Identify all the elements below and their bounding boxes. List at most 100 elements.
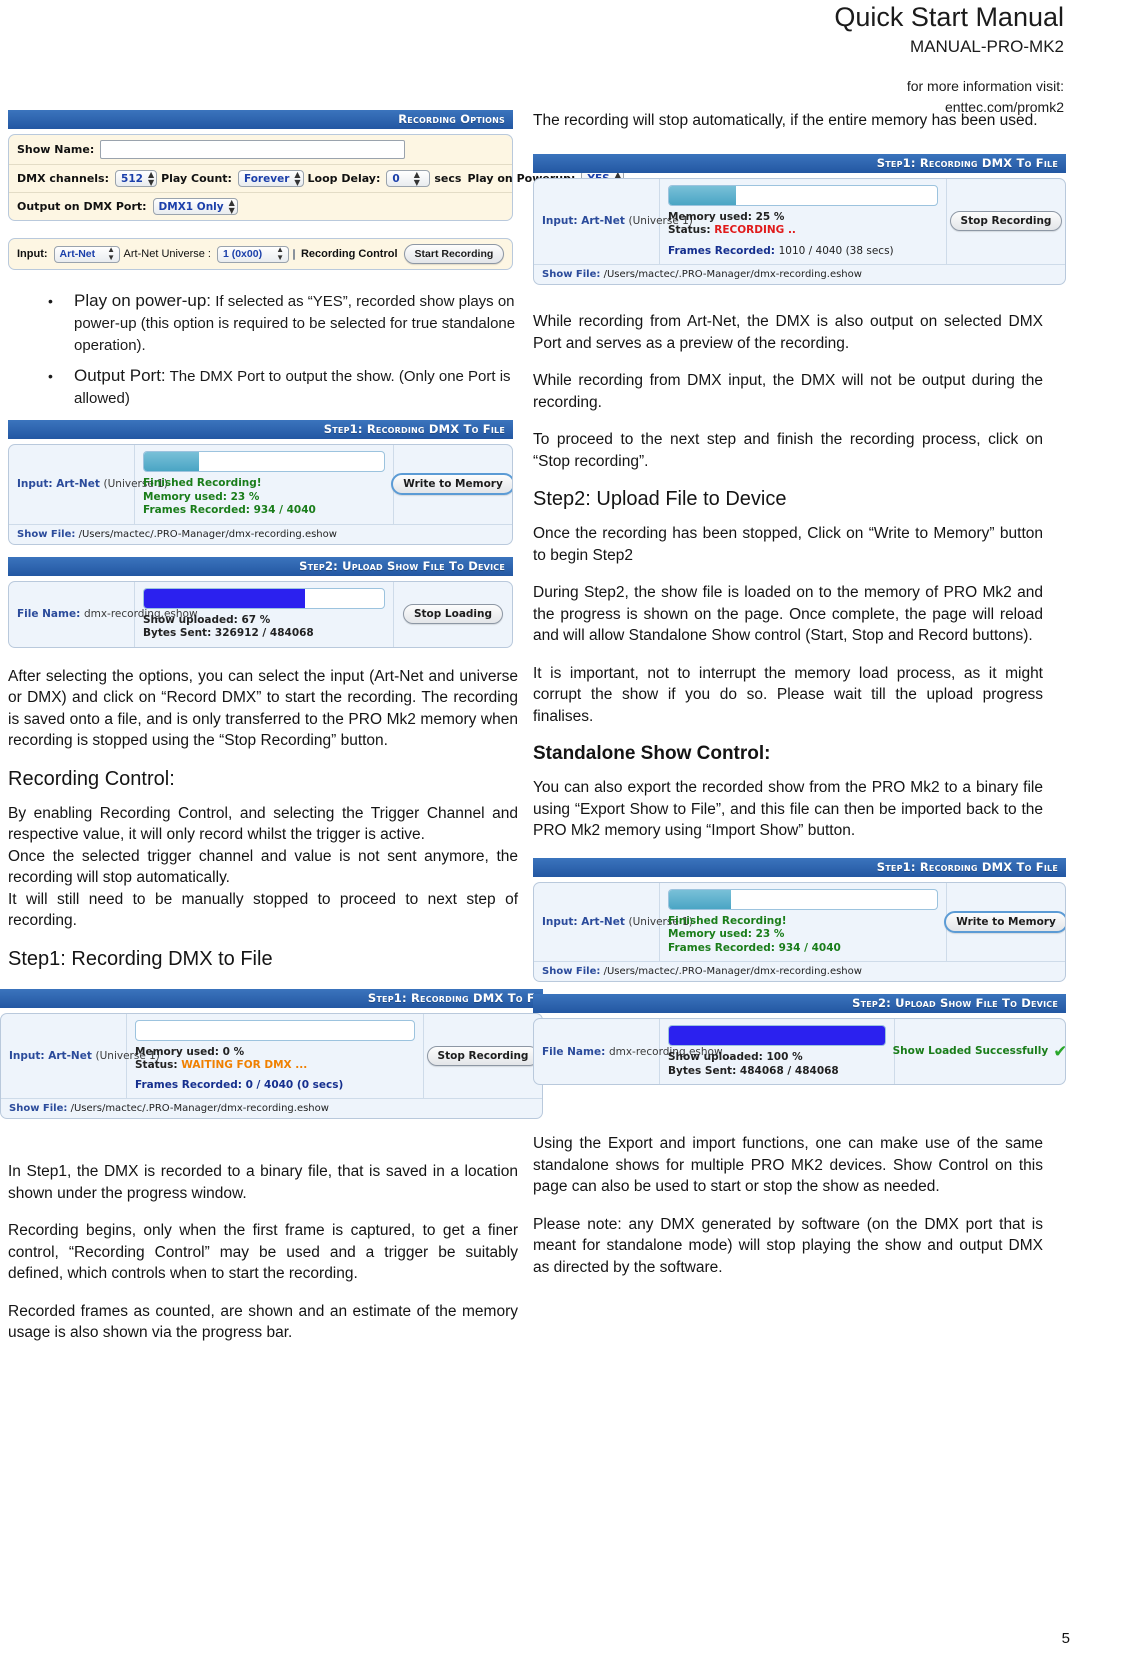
memory-progress-bar [135, 1019, 415, 1041]
input-cell: Input: Art-Net (Universe 1) [534, 882, 693, 961]
heading-step1: Step1: Recording DMX to File [8, 947, 273, 970]
input-display-bold: Input: Art-Net [542, 915, 625, 928]
step2-upload-panel-left: Step2: Upload Show File To Device File N… [8, 556, 513, 648]
upload-line-1: Show uploaded: 67 % [143, 613, 271, 626]
input-display-bold: Input: Art-Net [17, 478, 100, 491]
show-file-label: Show File: [9, 1103, 68, 1114]
show-file-label: Show File: [17, 528, 76, 540]
upload-progress-fill [669, 1026, 885, 1045]
input-panel: Input: Art-Net ▲ ▼ Art-Net Universe : 1 (… [8, 238, 513, 270]
step1-finished-row: Input: Art-Net (Universe 1) Finished Rec… [534, 882, 1065, 961]
recording-control-label: Recording Control [300, 248, 398, 260]
file-name-cell: File Name: dmx-recording.eshow [534, 1019, 723, 1084]
step2-upload-body: File Name: dmx-recording.eshow Show uplo… [533, 1018, 1066, 1085]
memory-progress-bar [143, 451, 385, 472]
step1-recording-panel-right: Step1: Recording DMX To File Input: Art-… [533, 153, 1066, 285]
stop-recording-button[interactable]: Stop Recording [426, 1045, 540, 1066]
universe-select[interactable]: 1 (0x00) ▲ ▼ [216, 245, 289, 263]
paragraph-s1-2: Recording begins, only when the first fr… [8, 1222, 518, 1282]
play-count-select[interactable]: Forever ▲ ▼ [237, 169, 304, 187]
show-file-footer: Show File: /Users/mactec/.PRO-Manager/dm… [1, 1098, 542, 1118]
paragraph-right-6: It is important, not to interrupt the me… [533, 664, 1043, 725]
right-column: The recording will stop automatically, i… [533, 110, 1066, 1294]
frames-recorded-label: Frames Recorded: [668, 244, 775, 257]
paragraph-s1-1: In Step1, the DMX is recorded to a binar… [8, 1163, 518, 1202]
write-to-memory-button[interactable]: Write to Memory [391, 473, 512, 496]
recording-params-row: DMX channels: 512 ▲ ▼ Play Count: Forever… [9, 165, 624, 193]
step1-waiting-row: Input: Art-Net (Universe 1) Memory used:… [1, 1013, 542, 1098]
recording-options-panel: Recording Options Show Name: DMX channel… [8, 110, 624, 221]
status-line-3: Frames Recorded: 1010 / 4040 (38 secs) [668, 245, 938, 259]
status-line-1: Finished Recording! [143, 477, 262, 489]
step2-header: Step2: Upload Show File To Device [8, 556, 513, 576]
upload-line-2: Bytes Sent: 484068 / 484068 [668, 1064, 839, 1077]
stop-loading-button[interactable]: Stop Loading [402, 604, 504, 624]
stepper-arrows-icon: ▲▼ [413, 169, 420, 187]
file-name-cell: File Name: dmx-recording.eshow [9, 581, 198, 647]
manual-doc-code: MANUAL-PRO-MK2 [910, 37, 1064, 56]
play-count-value: Forever [243, 172, 290, 185]
memory-progress-fill [669, 185, 736, 205]
stop-recording-button[interactable]: Stop Recording [949, 211, 1063, 232]
paragraph-right-2: While recording from DMX input, the DMX … [533, 372, 1043, 411]
paragraph-right-top: The recording will stop automatically, i… [533, 112, 1038, 129]
loop-delay-select[interactable]: 0 ▲ ▼ [386, 169, 431, 187]
step1-finished-panel-left: Step1: Recording DMX To File Input: Art-… [8, 420, 513, 545]
show-name-input[interactable] [100, 140, 406, 159]
dmx-channels-select[interactable]: 512 ▲ ▼ [115, 170, 158, 187]
upload-progress-cell: Show uploaded: 100 % Bytes Sent: 484068 … [660, 1019, 895, 1084]
button-cell: Write to Memory [391, 445, 512, 524]
show-file-footer: Show File: /Users/mactec/.PRO-Manager/dm… [534, 264, 1065, 284]
recording-control-checkbox[interactable] [292, 248, 295, 260]
stepper-arrows-icon: ▲▼ [294, 169, 301, 187]
paragraph-right-4: Once the recording has been stopped, Cli… [533, 525, 1043, 564]
stepper-arrows-icon: ▲▼ [107, 245, 116, 262]
input-cell: Input: Art-Net (Universe 1) [1, 1013, 160, 1098]
step1-finished-body: Input: Art-Net (Universe 1) Finished Rec… [533, 881, 1066, 982]
options-bullet-list: Play on power-up: If selected as “YES”, … [8, 290, 518, 410]
input-display-bold: Input: Art-Net [542, 215, 625, 228]
output-port-select[interactable]: DMX1 Only ▲ ▼ [152, 198, 238, 215]
loop-delay-value: 0 [392, 172, 400, 185]
left-column: Recording Options Show Name: DMX channel… [0, 110, 624, 1360]
step1-waiting-panel-left: Step1: Recording DMX To F Input: Art-Net… [0, 988, 543, 1119]
show-file-footer: Show File: /Users/mactec/.PRO-Manager/dm… [534, 961, 1065, 981]
step1-finished-header: Step1: Recording DMX To File [533, 857, 1066, 877]
show-file-path: /Users/mactec/.PRO-Manager/dmx-recording… [603, 966, 862, 977]
paragraph-rc-3: It will still need to be manually stoppe… [8, 890, 518, 930]
input-row: Input: Art-Net ▲ ▼ Art-Net Universe : 1 (… [9, 239, 512, 269]
show-file-label: Show File: [542, 966, 601, 977]
show-name-label: Show Name: [17, 143, 95, 156]
progress-cell: Memory used: 0 % Status: WAITING FOR DMX… [127, 1013, 424, 1098]
start-recording-button[interactable]: Start Recording [403, 244, 505, 264]
upload-line-1: Show uploaded: 100 % [668, 1051, 803, 1063]
bullet-0-lead: Play on power-up: [74, 291, 212, 310]
step2-upload-row: File Name: dmx-recording.eshow Show uplo… [534, 1019, 1065, 1084]
step1-finished-panel-right: Step1: Recording DMX To File Input: Art-… [533, 857, 1066, 982]
paragraph-after-options: After selecting the options, you can sel… [8, 667, 518, 750]
step2-upload-header: Step2: Upload Show File To Device [533, 994, 1066, 1013]
file-name-label: File Name: [542, 1045, 606, 1058]
input-source-value: Art-Net [59, 248, 96, 260]
frames-recorded-value: 1010 / 4040 (38 secs) [778, 244, 894, 257]
paragraph-right-3: To proceed to the next step and finish t… [533, 431, 1043, 470]
step1-waiting-body: Input: Art-Net (Universe 1) Memory used:… [0, 1012, 543, 1119]
upload-progress-cell: Show uploaded: 67 % Bytes Sent: 326912 /… [135, 581, 394, 647]
write-to-memory-button[interactable]: Write to Memory [944, 910, 1065, 933]
input-label: Input: [17, 248, 48, 260]
input-source-select[interactable]: Art-Net ▲ ▼ [53, 245, 120, 263]
button-cell: Stop Loading [394, 582, 512, 647]
step1-body: Input: Art-Net (Universe 1) Finished Rec… [8, 444, 513, 545]
loop-delay-units: secs [434, 172, 462, 185]
status-label: Status: [135, 1059, 178, 1071]
step1-recording-body: Input: Art-Net (Universe 1) Memory used:… [533, 177, 1066, 285]
play-count-label: Play Count: [161, 172, 232, 185]
paragraph-right-1: While recording from Art-Net, the DMX is… [533, 313, 1043, 352]
page-header: Quick Start Manual MANUAL-PRO-MK2 for mo… [834, 0, 1064, 118]
paragraph-rc-2: Once the selected trigger channel and va… [8, 847, 518, 887]
recording-options-body: Show Name: DMX channels: 512 ▲ ▼ Play Cou… [8, 134, 624, 221]
status-line-1: Finished Recording! [668, 914, 787, 927]
file-name-label: File Name: [17, 608, 81, 620]
step2-upload-panel-right: Step2: Upload Show File To Device File N… [533, 994, 1066, 1085]
input-cell: Input: Art-Net (Universe 1) [9, 445, 168, 524]
